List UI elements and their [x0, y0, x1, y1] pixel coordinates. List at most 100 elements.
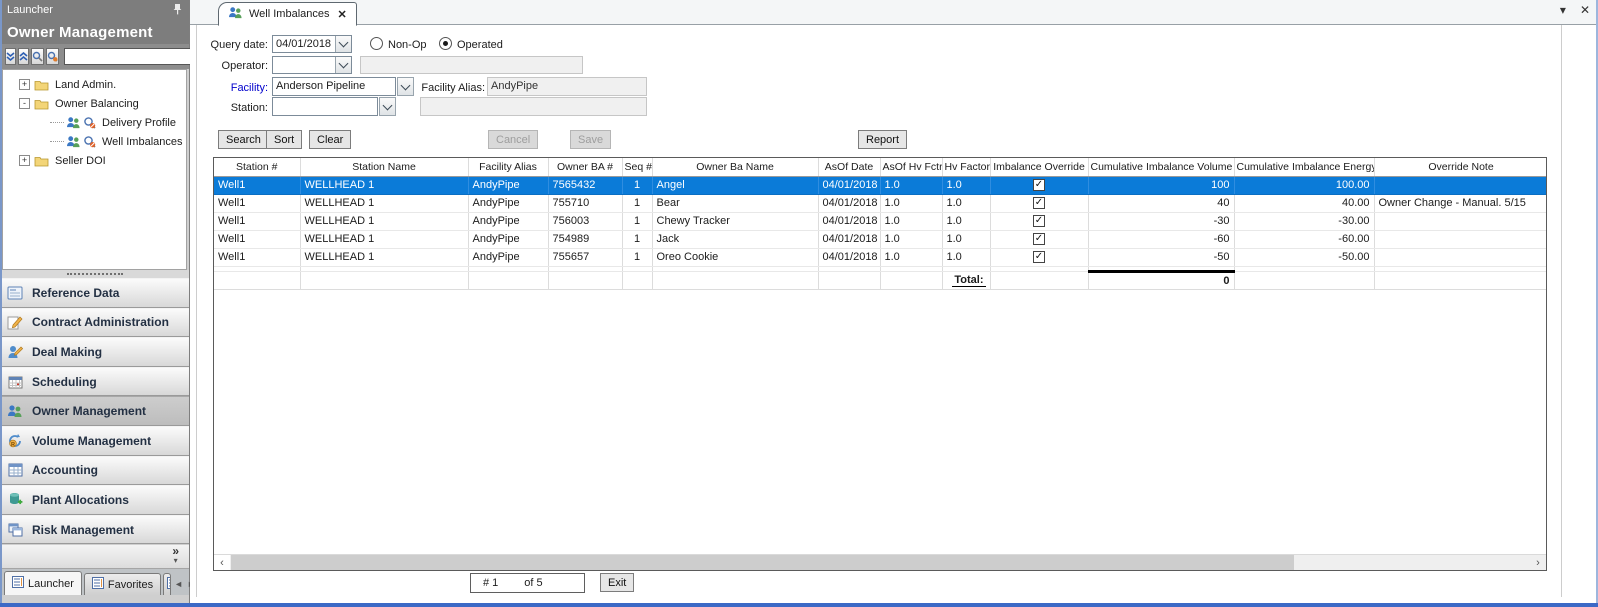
table-row[interactable]: Well1WELLHEAD 1AndyPipe7556571Oreo Cooki…: [214, 248, 1547, 266]
tab-scroll-left-icon[interactable]: ◄: [174, 579, 183, 589]
module-plant-allocations[interactable]: Plant Allocations: [0, 485, 189, 515]
table-cell[interactable]: 1: [622, 212, 652, 230]
column-header[interactable]: Imbalance Override: [990, 158, 1088, 176]
table-cell[interactable]: Well1: [214, 248, 300, 266]
table-cell[interactable]: 7565432: [548, 176, 622, 194]
table-cell[interactable]: 100.00: [1234, 176, 1374, 194]
operator-combo[interactable]: [272, 56, 352, 74]
table-cell[interactable]: Well1: [214, 230, 300, 248]
table-cell[interactable]: 04/01/2018: [818, 194, 880, 212]
table-cell[interactable]: 1: [622, 194, 652, 212]
cancel-button[interactable]: Cancel: [488, 130, 538, 149]
table-cell[interactable]: 1.0: [942, 248, 990, 266]
column-header[interactable]: Station #: [214, 158, 300, 176]
tree-item-delivery-profile[interactable]: Delivery Profile: [3, 113, 186, 132]
table-cell[interactable]: ✓: [990, 212, 1088, 230]
table-cell[interactable]: WELLHEAD 1: [300, 212, 468, 230]
table-cell[interactable]: -60.00: [1234, 230, 1374, 248]
pin-icon[interactable]: [173, 3, 182, 18]
column-header[interactable]: Cumulative Imbalance Energy: [1234, 158, 1374, 176]
collapse-icon[interactable]: -: [19, 98, 30, 109]
table-cell[interactable]: 1.0: [880, 194, 942, 212]
table-row[interactable]: Well1WELLHEAD 1AndyPipe7557101Bear04/01/…: [214, 194, 1547, 212]
expand-icon[interactable]: +: [19, 155, 30, 166]
table-cell[interactable]: 04/01/2018: [818, 176, 880, 194]
table-cell[interactable]: Angel: [652, 176, 818, 194]
table-cell[interactable]: [1374, 230, 1547, 248]
table-cell[interactable]: 1.0: [942, 194, 990, 212]
scroll-right-icon[interactable]: ›: [1530, 555, 1546, 570]
imbalance-override-checkbox[interactable]: ✓: [1033, 215, 1045, 227]
column-header[interactable]: Cumulative Imbalance Volume: [1088, 158, 1234, 176]
table-cell[interactable]: Oreo Cookie: [652, 248, 818, 266]
table-cell[interactable]: [1374, 248, 1547, 266]
column-header[interactable]: Override Note: [1374, 158, 1547, 176]
column-header[interactable]: Owner Ba Name: [652, 158, 818, 176]
window-menu-icon[interactable]: ▾: [1560, 3, 1566, 17]
table-cell[interactable]: ✓: [990, 230, 1088, 248]
table-cell[interactable]: WELLHEAD 1: [300, 176, 468, 194]
table-cell[interactable]: AndyPipe: [468, 194, 548, 212]
table-cell[interactable]: AndyPipe: [468, 230, 548, 248]
table-cell[interactable]: Chewy Tracker: [652, 212, 818, 230]
module-overflow-bar[interactable]: » ▾: [0, 545, 189, 569]
table-cell[interactable]: 1: [622, 248, 652, 266]
station-input[interactable]: [272, 97, 378, 116]
sidebar-tab-overflow[interactable]: [163, 573, 171, 595]
radio-operated[interactable]: [439, 37, 452, 50]
table-cell[interactable]: 1.0: [880, 212, 942, 230]
module-reference-data[interactable]: Reference Data: [0, 278, 189, 308]
column-header[interactable]: Seq #: [622, 158, 652, 176]
column-header[interactable]: Station Name: [300, 158, 468, 176]
table-cell[interactable]: ✓: [990, 248, 1088, 266]
window-close-icon[interactable]: ✕: [1580, 3, 1590, 17]
tree-item-land-admin[interactable]: + Land Admin.: [3, 75, 186, 94]
more-buttons-icon[interactable]: »: [172, 546, 179, 556]
imbalance-override-checkbox[interactable]: ✓: [1033, 197, 1045, 209]
column-header[interactable]: AsOf Hv Fctr: [880, 158, 942, 176]
chevron-down-icon[interactable]: [335, 57, 351, 73]
table-cell[interactable]: -30.00: [1234, 212, 1374, 230]
table-cell[interactable]: 1.0: [880, 230, 942, 248]
report-button[interactable]: Report: [858, 130, 907, 149]
chevron-down-icon[interactable]: [335, 36, 351, 52]
module-contract-administration[interactable]: Contract Administration: [0, 308, 189, 338]
table-cell[interactable]: 1.0: [880, 176, 942, 194]
module-volume-management[interactable]: R Volume Management: [0, 426, 189, 456]
table-cell[interactable]: ✓: [990, 176, 1088, 194]
table-cell[interactable]: Well1: [214, 212, 300, 230]
imbalance-override-checkbox[interactable]: ✓: [1033, 251, 1045, 263]
tab-close-icon[interactable]: ✕: [338, 8, 347, 21]
table-cell[interactable]: 1: [622, 230, 652, 248]
collapse-all-button[interactable]: [5, 48, 16, 65]
record-navigator[interactable]: # 1 of 5: [470, 573, 585, 593]
panel-splitter[interactable]: [0, 270, 189, 278]
table-row[interactable]: Well1WELLHEAD 1AndyPipe7560031Chewy Trac…: [214, 212, 1547, 230]
sidebar-tab-favorites[interactable]: Favorites: [84, 573, 161, 595]
exit-button[interactable]: Exit: [600, 573, 634, 592]
table-cell[interactable]: [1374, 212, 1547, 230]
table-cell[interactable]: [1374, 176, 1547, 194]
table-cell[interactable]: 04/01/2018: [818, 248, 880, 266]
module-risk-management[interactable]: Risk Management: [0, 515, 189, 545]
radio-non-op[interactable]: [370, 37, 383, 50]
table-cell[interactable]: 755710: [548, 194, 622, 212]
sort-button[interactable]: Sort: [266, 130, 302, 149]
table-cell[interactable]: -60: [1088, 230, 1234, 248]
query-date-combo[interactable]: 04/01/2018: [272, 35, 352, 53]
table-cell[interactable]: -30: [1088, 212, 1234, 230]
search-icon[interactable]: [31, 48, 44, 65]
table-cell[interactable]: Bear: [652, 194, 818, 212]
table-cell[interactable]: 40: [1088, 194, 1234, 212]
facility-input[interactable]: Anderson Pipeline: [272, 77, 396, 96]
table-cell[interactable]: 754989: [548, 230, 622, 248]
table-cell[interactable]: AndyPipe: [468, 176, 548, 194]
table-cell[interactable]: WELLHEAD 1: [300, 230, 468, 248]
tree-item-seller-doi[interactable]: + Seller DOI: [3, 151, 186, 170]
table-cell[interactable]: Jack: [652, 230, 818, 248]
table-cell[interactable]: -50: [1088, 248, 1234, 266]
table-cell[interactable]: 1.0: [942, 230, 990, 248]
module-accounting[interactable]: Accounting: [0, 456, 189, 486]
table-cell[interactable]: 40.00: [1234, 194, 1374, 212]
table-cell[interactable]: 1.0: [942, 176, 990, 194]
